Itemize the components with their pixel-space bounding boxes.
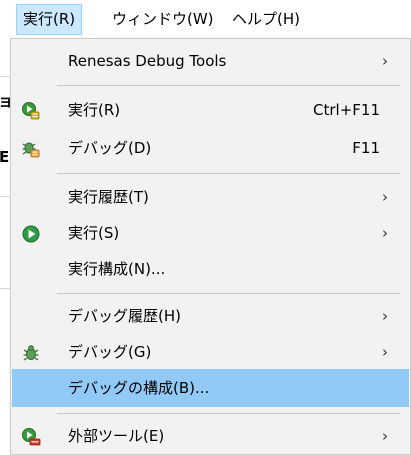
menu-item-label: デバッグ履歴(H) xyxy=(68,307,181,325)
menu-item-label: デバッグ(D) xyxy=(68,139,152,157)
menu-item-run-as[interactable]: 実行(S) › xyxy=(11,214,410,252)
menu-item-debug-history[interactable]: デバッグ履歴(H) › xyxy=(11,297,410,335)
run-last-launched-icon xyxy=(21,101,41,121)
menu-separator xyxy=(57,413,400,414)
menu-item-debug-last[interactable]: デバッグ(D) F11 xyxy=(11,129,410,167)
menu-item-run-history[interactable]: 実行履歴(T) › xyxy=(11,178,410,216)
background-text-fragment: E xyxy=(0,148,10,166)
menu-separator xyxy=(57,173,400,174)
submenu-arrow-icon: › xyxy=(382,224,388,242)
run-dropdown-menu: Renesas Debug Tools › 実行(R) Ctrl+F11 デバッ… xyxy=(10,38,411,455)
menu-run[interactable]: 実行(R) xyxy=(16,4,83,35)
menu-help[interactable]: ヘルプ(H) xyxy=(226,4,306,35)
menu-separator xyxy=(57,85,400,86)
menu-item-renesas-debug-tools[interactable]: Renesas Debug Tools › xyxy=(11,42,410,80)
submenu-arrow-icon: › xyxy=(382,307,388,325)
menu-item-label: Renesas Debug Tools xyxy=(68,52,227,70)
submenu-arrow-icon: › xyxy=(382,188,388,206)
submenu-arrow-icon: › xyxy=(382,343,388,361)
menu-item-external-tools[interactable]: 外部ツール(E) › xyxy=(11,417,410,455)
menu-item-label: デバッグ(G) xyxy=(68,343,152,361)
menu-item-label: 実行(S) xyxy=(68,224,120,242)
menu-item-label: デバッグの構成(B)... xyxy=(68,379,210,397)
background-divider xyxy=(0,196,10,197)
shortcut-label: F11 xyxy=(352,139,380,157)
debug-icon xyxy=(21,343,41,363)
menu-item-debug-as[interactable]: デバッグ(G) › xyxy=(11,333,410,371)
menu-item-label: 実行構成(N)... xyxy=(68,260,166,278)
submenu-arrow-icon: › xyxy=(382,427,388,445)
submenu-arrow-icon: › xyxy=(382,52,388,70)
background-divider xyxy=(0,288,10,289)
menu-window[interactable]: ウィンドウ(W) xyxy=(106,4,220,35)
menu-separator xyxy=(57,293,400,294)
menu-item-label: 外部ツール(E) xyxy=(68,427,165,445)
shortcut-label: Ctrl+F11 xyxy=(313,101,380,119)
menu-item-label: 実行履歴(T) xyxy=(68,188,149,206)
debug-last-launched-icon xyxy=(21,139,41,159)
run-icon xyxy=(21,224,41,244)
external-tools-icon xyxy=(21,427,41,447)
menu-item-label: 実行(R) xyxy=(68,101,121,119)
menu-bar: 実行(R) ウィンドウ(W) ヘルプ(H) xyxy=(0,0,411,38)
background-divider xyxy=(0,76,10,77)
menu-item-debug-configurations[interactable]: デバッグの構成(B)... xyxy=(12,369,409,407)
menu-item-run-last[interactable]: 実行(R) Ctrl+F11 xyxy=(11,91,410,129)
menu-item-run-configurations[interactable]: 実行構成(N)... xyxy=(11,250,410,288)
